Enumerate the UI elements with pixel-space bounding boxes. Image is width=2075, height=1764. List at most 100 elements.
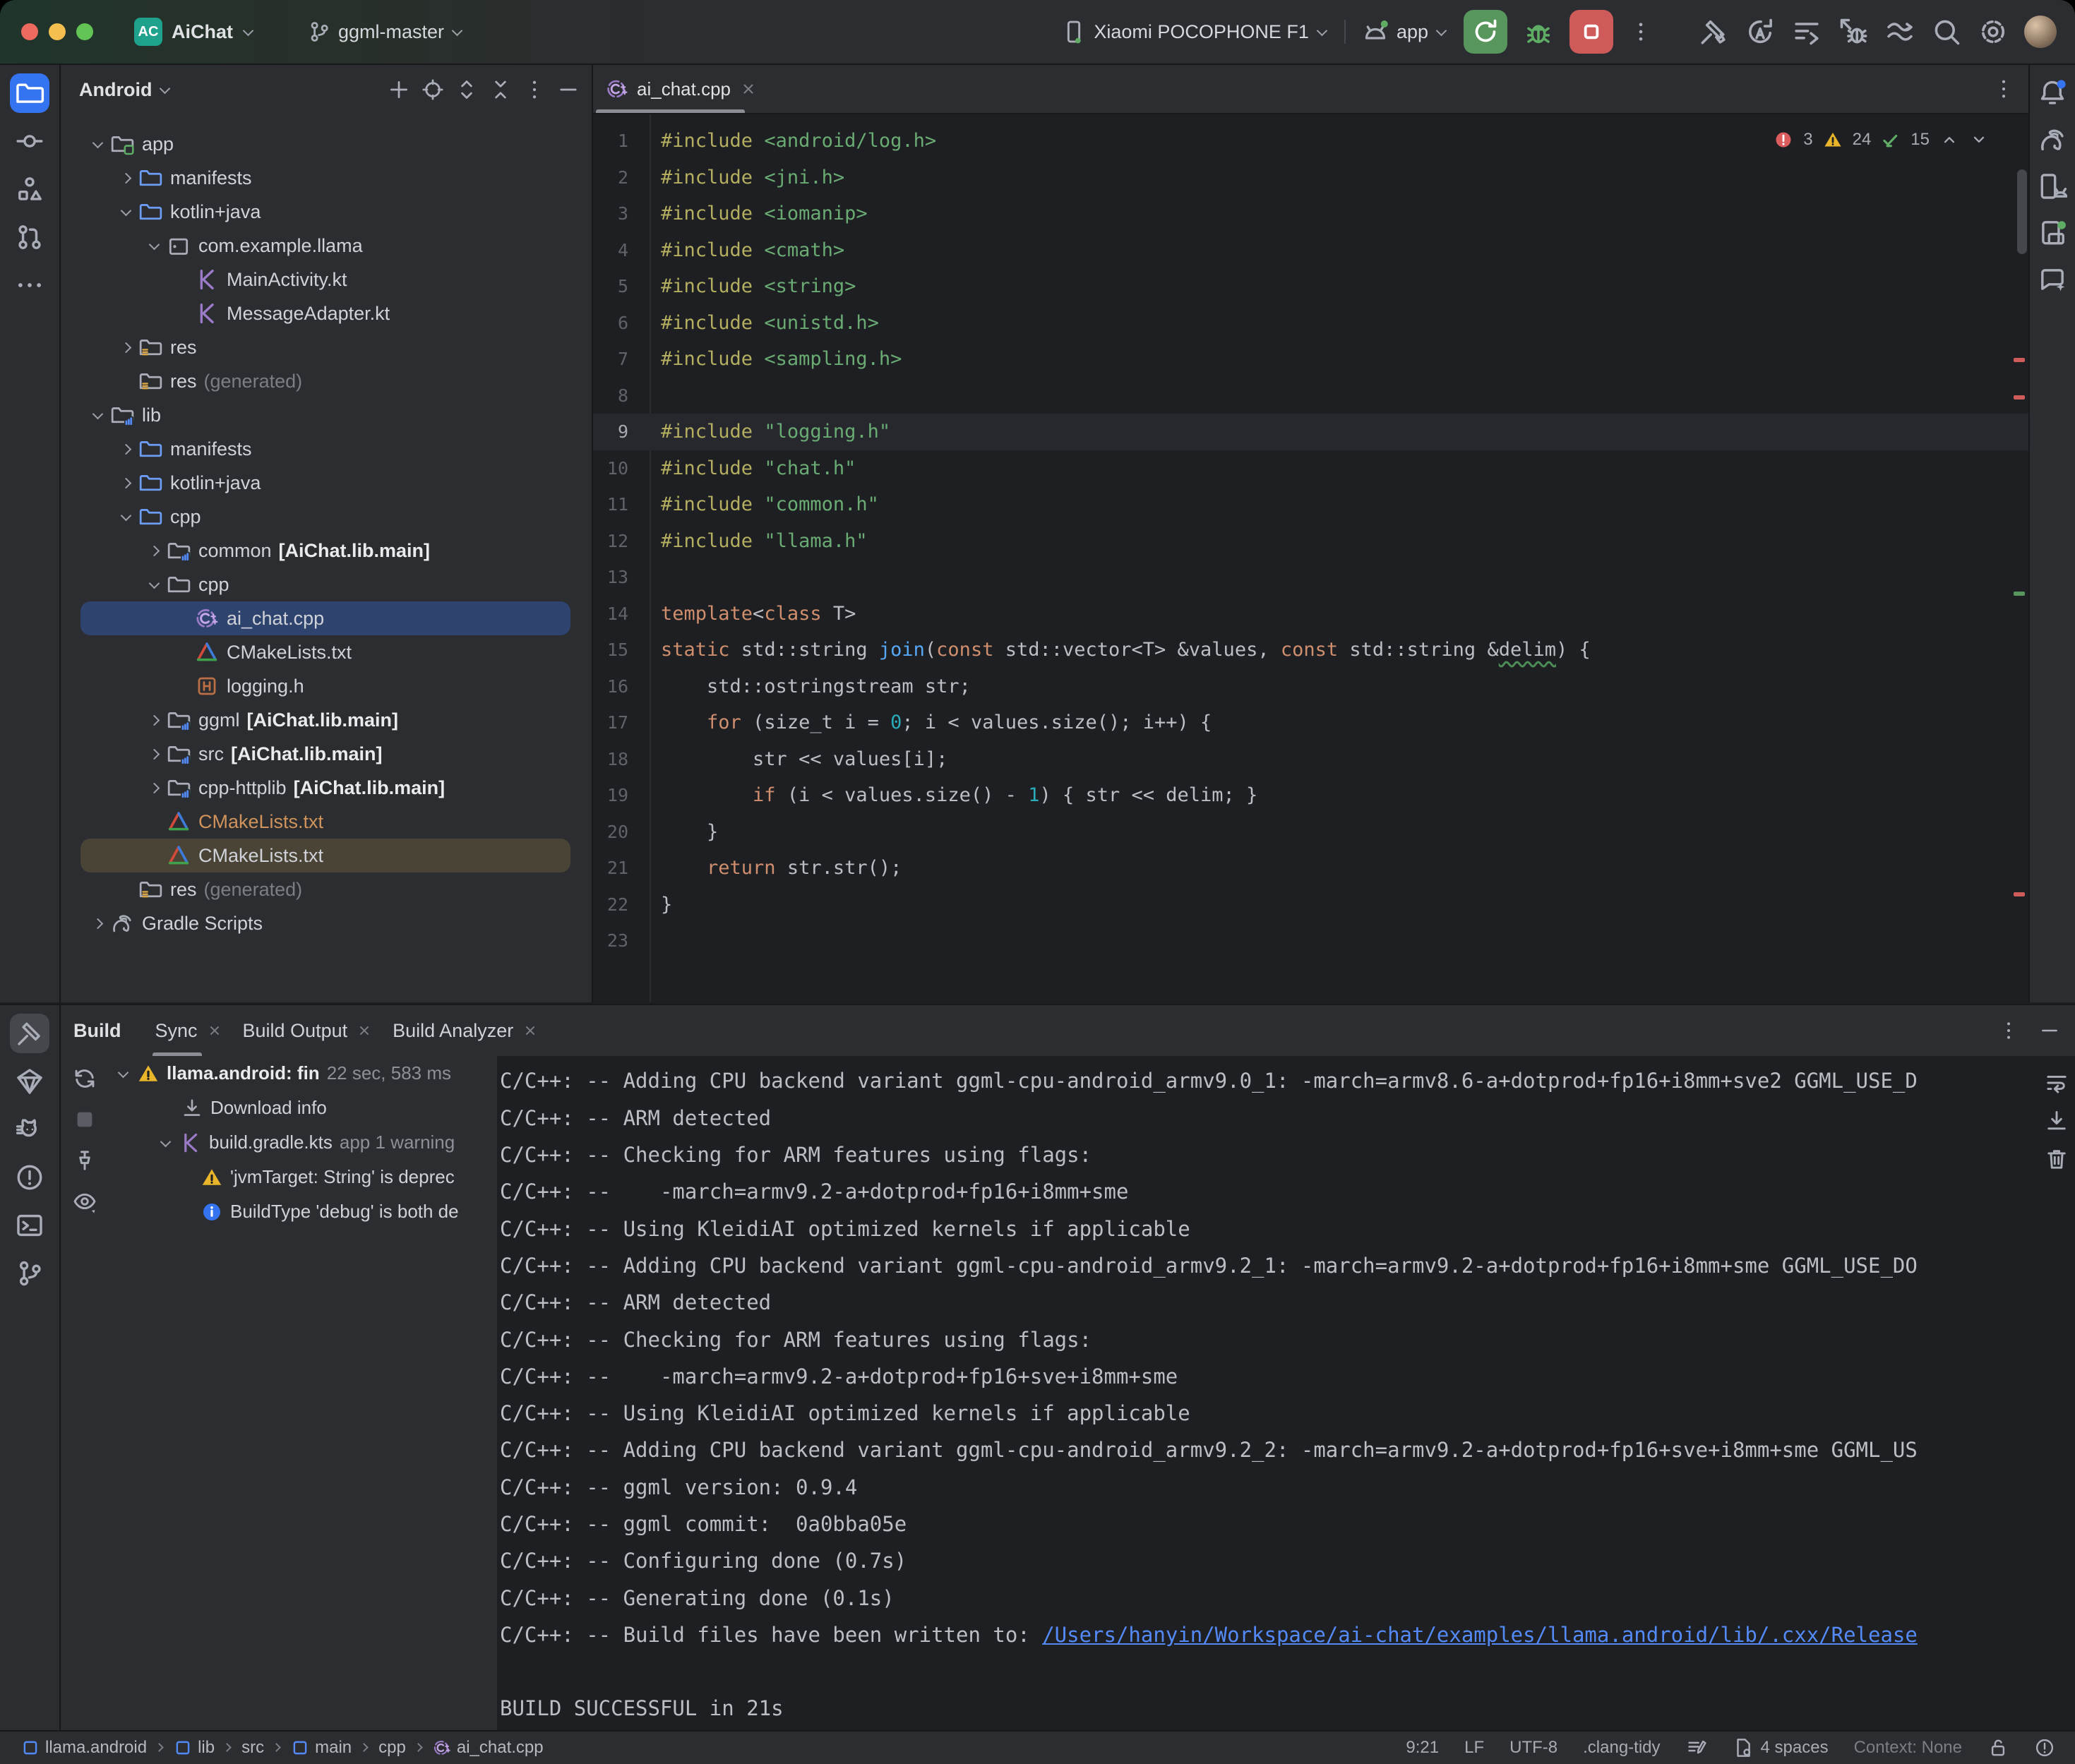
expand-all-icon[interactable]	[455, 78, 479, 102]
tree-item-com-example-llama[interactable]: com.example.llama	[80, 229, 570, 263]
build-hammer-icon[interactable]	[1698, 16, 1729, 47]
tree-item-manifests[interactable]: manifests	[80, 161, 570, 195]
tree-item-manifests[interactable]: manifests	[80, 432, 570, 466]
chevron-right-icon[interactable]	[148, 714, 161, 726]
chevron-right-icon[interactable]	[148, 748, 161, 760]
rail-button-problems[interactable]	[10, 1158, 49, 1197]
code-line-13[interactable]: 13	[593, 559, 2028, 596]
stop-button[interactable]	[1569, 10, 1613, 54]
code-line-15[interactable]: 15static std::string join(const std::vec…	[593, 632, 2028, 668]
tree-item-cmakelists-txt[interactable]: CMakeLists.txt	[80, 805, 570, 839]
search-icon[interactable]	[1931, 16, 1962, 47]
editor-tab-ai-chat-cpp[interactable]: ai_chat.cpp	[593, 65, 773, 113]
code-line-12[interactable]: 12#include "llama.h"	[593, 523, 2028, 560]
tree-item-mainactivity-kt[interactable]: MainActivity.kt	[80, 263, 570, 296]
code-line-10[interactable]: 10#include "chat.h"	[593, 450, 2028, 487]
prev-issue-chevron-icon[interactable]	[1939, 130, 1959, 150]
chevron-down-icon[interactable]	[148, 239, 161, 252]
code-line-18[interactable]: 18 str << values[i];	[593, 741, 2028, 778]
vcs-stripe-mark[interactable]	[2014, 592, 2025, 596]
apply-changes-icon[interactable]	[1745, 16, 1776, 47]
close-tab-icon[interactable]	[356, 1022, 373, 1039]
file-encoding[interactable]: UTF-8	[1509, 1738, 1557, 1758]
rail-button-gemini[interactable]	[2034, 261, 2071, 298]
rail-button-terminal[interactable]	[10, 1206, 49, 1245]
build-tab-sync[interactable]: Sync	[145, 1005, 233, 1056]
code-line-8[interactable]: 8	[593, 378, 2028, 414]
code-line-6[interactable]: 6#include <unistd.h>	[593, 305, 2028, 342]
lock-open-icon[interactable]	[1987, 1737, 2009, 1758]
chevron-down-icon[interactable]	[92, 138, 104, 150]
tree-item-res[interactable]: res(generated)	[80, 872, 570, 906]
code-line-2[interactable]: 2#include <jni.h>	[593, 160, 2028, 196]
add-icon[interactable]	[387, 78, 411, 102]
hide-panel-icon[interactable]	[556, 78, 580, 102]
close-tab-icon[interactable]	[739, 80, 758, 98]
chevron-down-icon[interactable]	[120, 510, 133, 523]
build-warning-node[interactable]: 'jvmTarget: String' is deprec	[61, 1160, 497, 1194]
attach-debugger-icon[interactable]	[1838, 16, 1869, 47]
breadcrumb-item-ai-chat-cpp[interactable]: ai_chat.cpp	[433, 1738, 544, 1758]
code-line-9[interactable]: 9#include "logging.h"	[593, 414, 2028, 450]
code-line-14[interactable]: 14template<class T>	[593, 596, 2028, 632]
code-line-19[interactable]: 19 if (i < values.size() - 1) { str << d…	[593, 777, 2028, 814]
breadcrumb-item-main[interactable]: main	[291, 1738, 352, 1758]
close-tab-icon[interactable]	[522, 1022, 539, 1039]
clear-all-icon[interactable]	[2044, 1146, 2069, 1172]
rail-button-project-folder[interactable]	[10, 73, 49, 113]
profiler-icon[interactable]	[1884, 16, 1915, 47]
error-stripe-mark[interactable]	[2014, 358, 2025, 362]
code-line-17[interactable]: 17 for (size_t i = 0; i < values.size();…	[593, 704, 2028, 741]
rail-button-bell[interactable]	[2034, 75, 2071, 112]
inspections-widget[interactable]: 3 24 15	[1774, 130, 1989, 150]
rail-button-hammer[interactable]	[10, 1014, 49, 1053]
tree-item-src[interactable]: src[AiChat.lib.main]	[80, 737, 570, 771]
cursor-position[interactable]: 9:21	[1406, 1738, 1439, 1758]
inspections-status-icon[interactable]	[1686, 1737, 1707, 1758]
build-info-node[interactable]: BuildType 'debug' is both de	[61, 1194, 497, 1229]
chevron-right-icon[interactable]	[120, 341, 133, 354]
build-output-path-link[interactable]: /Users/hanyin/Workspace/ai-chat/examples…	[1042, 1623, 1918, 1647]
chevron-right-icon[interactable]	[120, 172, 133, 184]
tree-item-lib[interactable]: lib	[80, 398, 570, 432]
breadcrumb-item-cpp[interactable]: cpp	[378, 1738, 406, 1758]
code-line-11[interactable]: 11#include "common.h"	[593, 486, 2028, 523]
code-line-22[interactable]: 22}	[593, 887, 2028, 923]
build-tab-build-output[interactable]: Build Output	[233, 1005, 383, 1056]
tree-item-res[interactable]: res	[80, 330, 570, 364]
rerun-button[interactable]	[1464, 10, 1507, 54]
line-separator[interactable]: LF	[1464, 1738, 1484, 1758]
debug-button[interactable]	[1523, 16, 1554, 47]
tree-item-app[interactable]: app	[80, 127, 570, 161]
tree-item-cpp[interactable]: cpp	[80, 500, 570, 534]
zoom-window-button[interactable]	[76, 23, 93, 40]
rail-button-commit[interactable]	[10, 121, 49, 161]
tree-item-ggml[interactable]: ggml[AiChat.lib.main]	[80, 703, 570, 737]
tree-item-cpp-httplib[interactable]: cpp-httplib[AiChat.lib.main]	[80, 771, 570, 805]
context-widget[interactable]: Context: None	[1854, 1738, 1962, 1758]
run-configuration-selector[interactable]: app	[1361, 18, 1448, 46]
chevron-right-icon[interactable]	[120, 476, 133, 489]
code-line-16[interactable]: 16 std::ostringstream str;	[593, 668, 2028, 705]
tree-item-cmakelists-txt[interactable]: CMakeLists.txt	[80, 635, 570, 669]
minimize-window-button[interactable]	[49, 23, 66, 40]
code-line-21[interactable]: 21 return str.str();	[593, 850, 2028, 887]
chevron-right-icon[interactable]	[148, 544, 161, 557]
chevron-down-icon[interactable]	[92, 409, 104, 421]
gradle-file-node[interactable]: build.gradle.kts app 1 warning	[61, 1125, 497, 1160]
device-selector[interactable]: Xiaomi POCOPHONE F1	[1061, 19, 1329, 44]
error-stripe-mark[interactable]	[2014, 892, 2025, 896]
error-stripe-mark[interactable]	[2014, 395, 2025, 400]
download-info-node[interactable]: Download info	[61, 1091, 497, 1125]
build-root-node[interactable]: llama.android: fin 22 sec, 583 ms	[61, 1056, 497, 1091]
rail-button-vcs[interactable]	[10, 1254, 49, 1293]
breadcrumb[interactable]: llama.androidlibsrcmaincppai_chat.cpp	[21, 1738, 544, 1758]
build-console[interactable]: C/C++: -- Using KleidiAI optimized kerne…	[497, 1056, 2075, 1732]
more-actions-kebab-icon[interactable]	[1629, 20, 1653, 44]
code-line-7[interactable]: 7#include <sampling.h>	[593, 341, 2028, 378]
user-avatar[interactable]	[2024, 16, 2057, 48]
power-save-icon[interactable]	[2034, 1737, 2055, 1758]
code-line-4[interactable]: 4#include <cmath>	[593, 232, 2028, 269]
breadcrumb-item-lib[interactable]: lib	[174, 1738, 215, 1758]
tree-item-res[interactable]: res(generated)	[80, 364, 570, 398]
